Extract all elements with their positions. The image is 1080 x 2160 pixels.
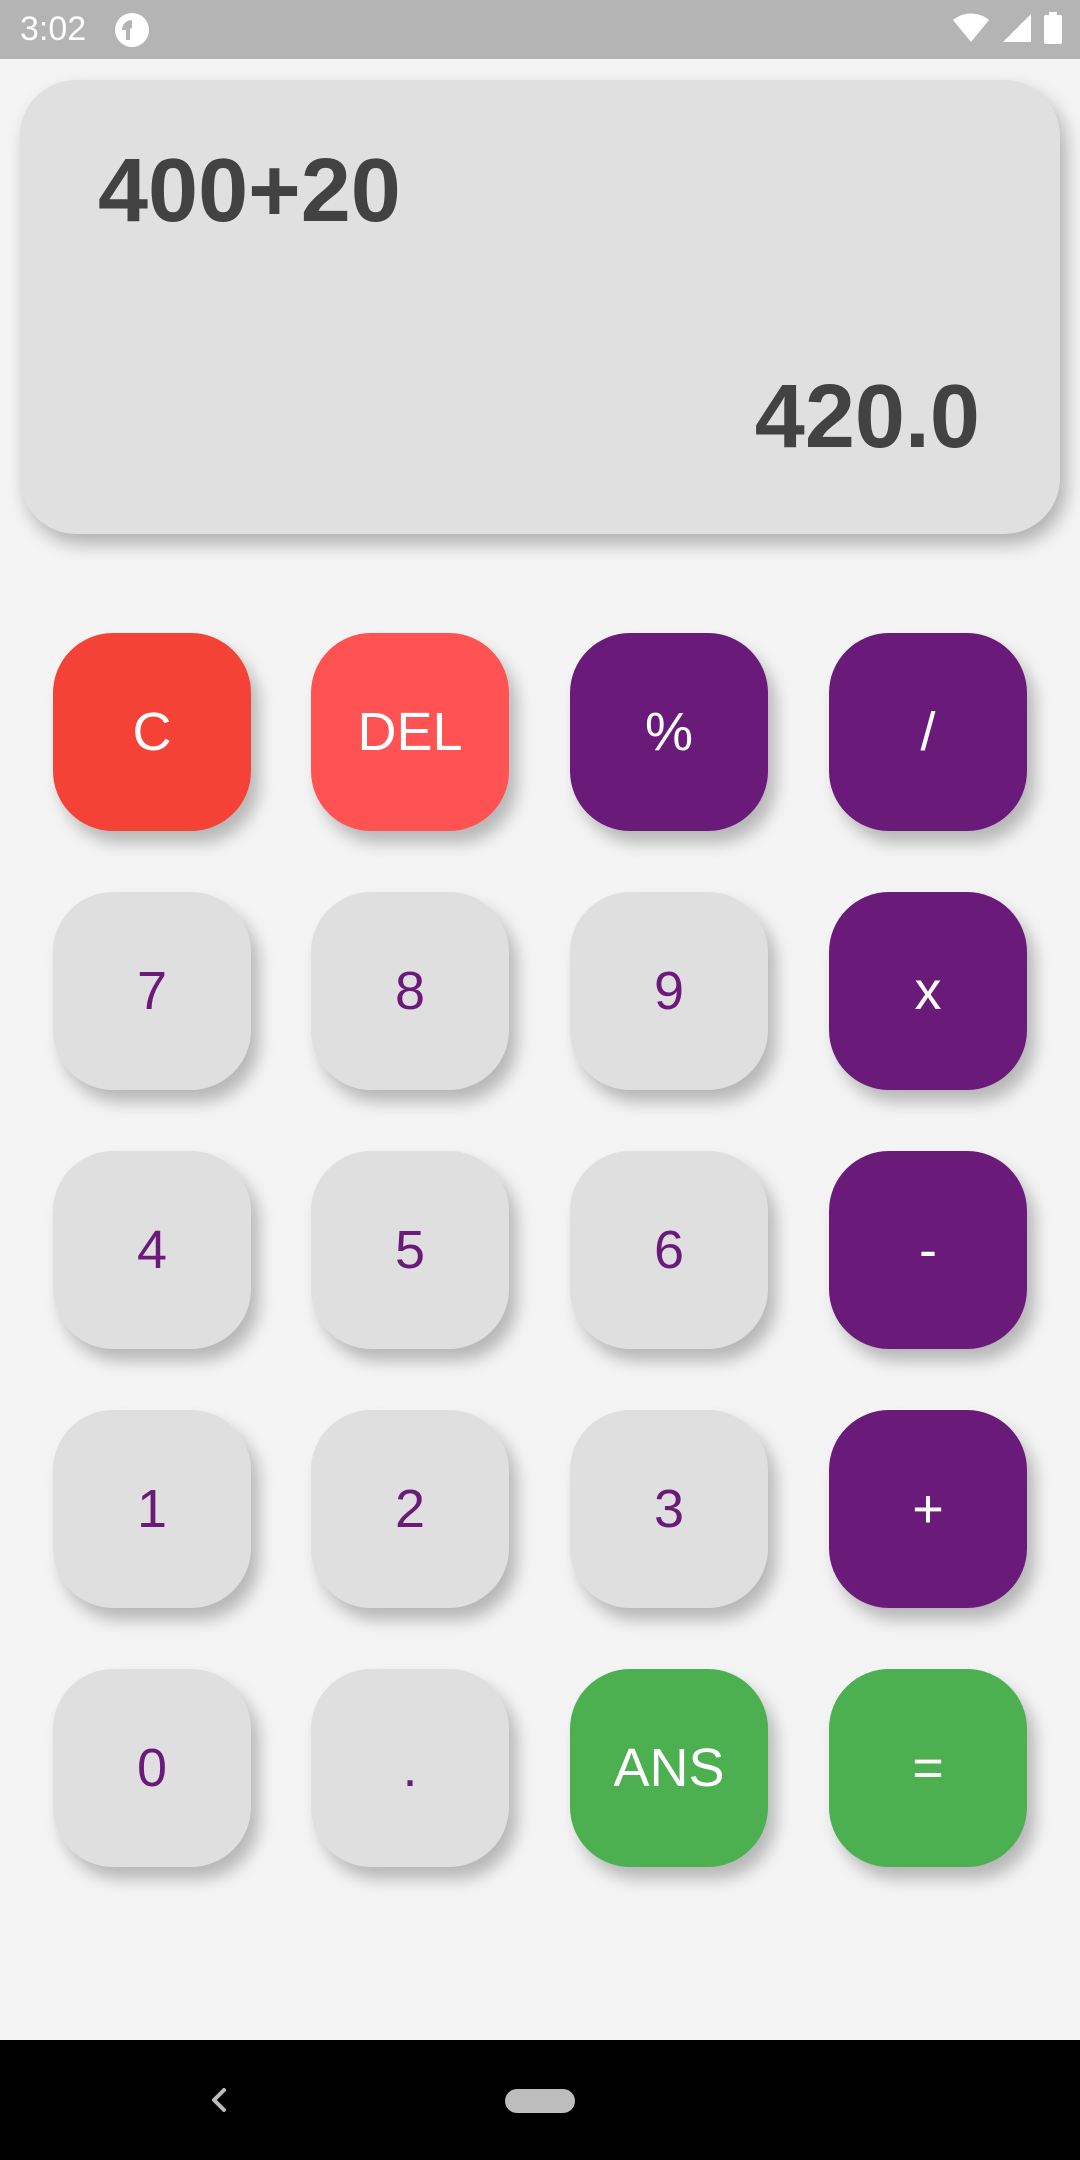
percent-button[interactable]: %	[570, 633, 768, 831]
digit-3-button[interactable]: 3	[570, 1410, 768, 1608]
digit-6-button[interactable]: 6	[570, 1151, 768, 1349]
digit-1-button[interactable]: 1	[53, 1410, 251, 1608]
ans-button[interactable]: ANS	[570, 1669, 768, 1867]
equals-button[interactable]: =	[829, 1669, 1027, 1867]
clear-button[interactable]: C	[53, 633, 251, 831]
digit-7-button[interactable]: 7	[53, 892, 251, 1090]
home-pill-icon[interactable]	[505, 2089, 575, 2113]
keypad: C DEL % / 7 8 9 x 4 5 6 - 1 2 3 + 0 . AN…	[0, 0, 1080, 2040]
digit-4-button[interactable]: 4	[53, 1151, 251, 1349]
digit-2-button[interactable]: 2	[311, 1410, 509, 1608]
subtract-button[interactable]: -	[829, 1151, 1027, 1349]
digit-0-button[interactable]: 0	[53, 1669, 251, 1867]
divide-button[interactable]: /	[829, 633, 1027, 831]
digit-9-button[interactable]: 9	[570, 892, 768, 1090]
decimal-button[interactable]: .	[311, 1669, 509, 1867]
add-button[interactable]: +	[829, 1410, 1027, 1608]
back-icon[interactable]	[200, 2080, 240, 2120]
digit-5-button[interactable]: 5	[311, 1151, 509, 1349]
multiply-button[interactable]: x	[829, 892, 1027, 1090]
digit-8-button[interactable]: 8	[311, 892, 509, 1090]
delete-button[interactable]: DEL	[311, 633, 509, 831]
